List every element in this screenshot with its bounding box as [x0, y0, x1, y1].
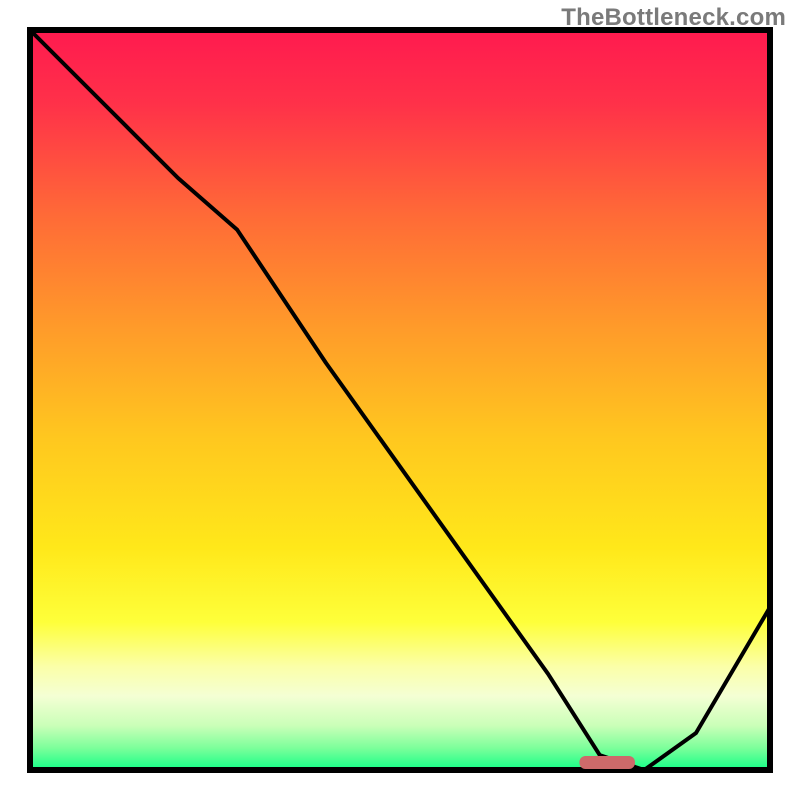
bottleneck-chart: [0, 0, 800, 800]
bottleneck-marker: [579, 756, 635, 769]
watermark-text: TheBottleneck.com: [561, 4, 786, 32]
chart-container: TheBottleneck.com: [0, 0, 800, 800]
